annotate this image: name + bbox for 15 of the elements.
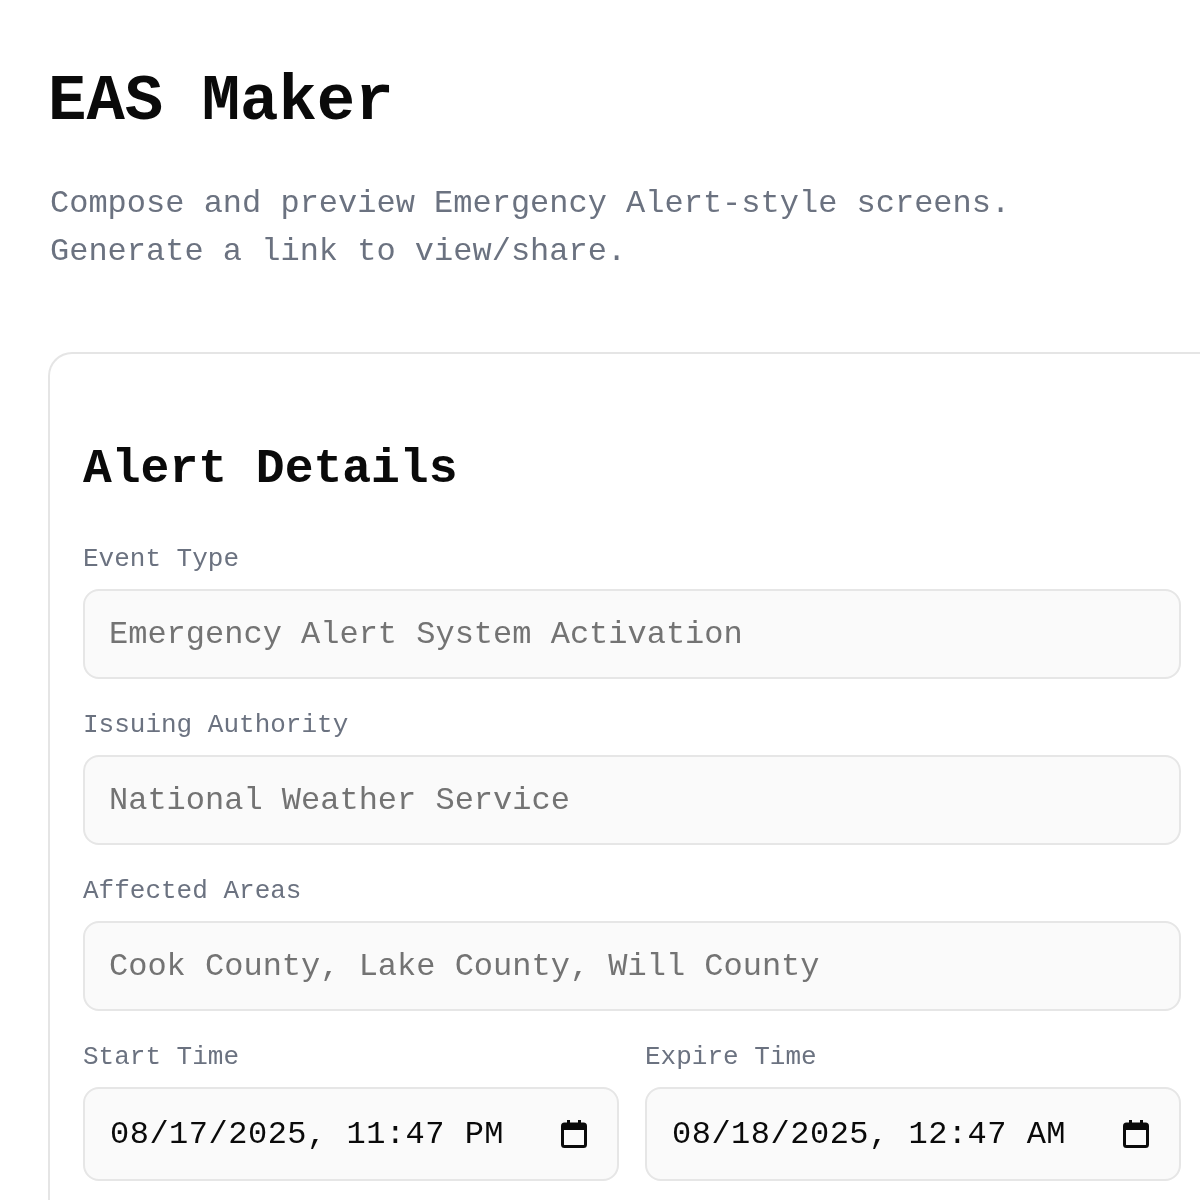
calendar-icon[interactable]	[561, 1120, 587, 1148]
page-title: EAS Maker	[48, 65, 395, 140]
page-subtitle: Compose and preview Emergency Alert-style screens. Generate a link to view/share.	[50, 184, 1012, 272]
field-label: Event Type	[83, 543, 240, 576]
card-title: Alert Details	[83, 441, 459, 498]
text-input-field[interactable]: Emergency Alert System Activation	[83, 589, 1181, 679]
calendar-icon[interactable]	[1123, 1120, 1149, 1148]
field-label: Issuing Authority	[83, 709, 349, 742]
text-input-field[interactable]: National Weather Service	[83, 755, 1181, 845]
datetime-field[interactable]: 08/18/2025, 12:47 AM	[645, 1087, 1181, 1181]
datetime-field[interactable]: 08/17/2025, 11:47 PM	[83, 1087, 619, 1181]
field-label: Start Time	[83, 1041, 240, 1074]
field-label: Expire Time	[645, 1041, 817, 1074]
field-label: Affected Areas	[83, 875, 302, 908]
text-input-field[interactable]: Cook County, Lake County, Will County	[83, 921, 1181, 1011]
